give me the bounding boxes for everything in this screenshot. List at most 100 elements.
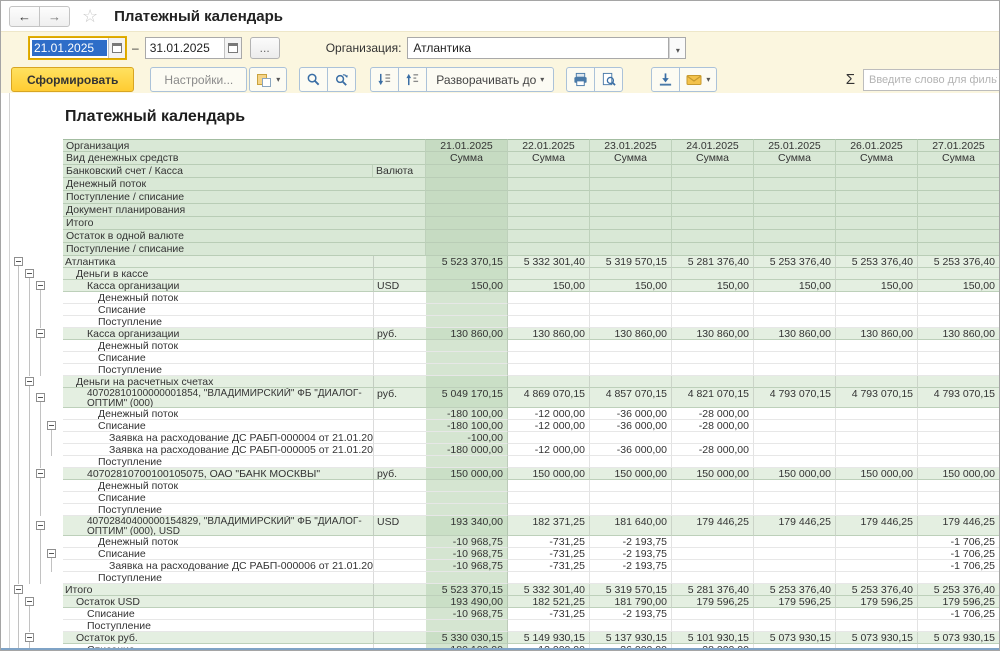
row-collapse-expander[interactable]: [25, 597, 34, 606]
save-button[interactable]: [651, 67, 680, 92]
row-collapse-expander[interactable]: [47, 549, 56, 558]
value-cell[interactable]: [918, 492, 999, 504]
date-to-field[interactable]: 31.01.2025: [145, 37, 242, 59]
value-cell[interactable]: [918, 408, 999, 420]
row-currency[interactable]: руб.: [373, 328, 426, 340]
value-cell[interactable]: [426, 304, 508, 316]
value-cell[interactable]: [754, 492, 836, 504]
value-cell[interactable]: [672, 268, 754, 280]
value-cell[interactable]: [426, 340, 508, 352]
value-cell[interactable]: [426, 620, 508, 632]
row-label[interactable]: Поступление: [63, 504, 373, 516]
value-cell[interactable]: [590, 292, 672, 304]
value-cell[interactable]: 5 253 376,40: [836, 256, 918, 268]
value-cell[interactable]: [672, 548, 754, 560]
value-cell[interactable]: [836, 364, 918, 376]
row-currency[interactable]: [373, 376, 426, 388]
row-currency[interactable]: USD: [373, 280, 426, 292]
value-cell[interactable]: [754, 536, 836, 548]
value-cell[interactable]: 4 793 070,15: [918, 388, 999, 408]
value-cell[interactable]: [918, 376, 999, 388]
row-currency[interactable]: [373, 268, 426, 280]
value-cell[interactable]: [508, 316, 590, 328]
value-cell[interactable]: 181 640,00: [590, 516, 672, 536]
value-cell[interactable]: [754, 376, 836, 388]
value-cell[interactable]: [754, 292, 836, 304]
value-cell[interactable]: -180 100,00: [426, 408, 508, 420]
value-cell[interactable]: [836, 420, 918, 432]
row-label[interactable]: Остаток руб.: [63, 632, 373, 644]
value-cell[interactable]: 5 253 376,40: [918, 256, 999, 268]
value-cell[interactable]: -36 000,00: [590, 420, 672, 432]
organization-combo[interactable]: Атлантика: [407, 37, 669, 59]
value-cell[interactable]: [426, 316, 508, 328]
value-cell[interactable]: -180 100,00: [426, 420, 508, 432]
value-cell[interactable]: [672, 560, 754, 572]
value-cell[interactable]: [590, 504, 672, 516]
expand-groups-button[interactable]: [398, 67, 427, 92]
organization-dropdown-button[interactable]: ▾: [669, 37, 686, 59]
print-button[interactable]: [566, 67, 595, 92]
value-cell[interactable]: 150 000,00: [836, 468, 918, 480]
value-cell[interactable]: 150 000,00: [672, 468, 754, 480]
value-cell[interactable]: 5 253 376,40: [754, 256, 836, 268]
value-cell[interactable]: -2 193,75: [590, 536, 672, 548]
value-cell[interactable]: [918, 572, 999, 584]
row-currency[interactable]: [373, 632, 426, 644]
value-cell[interactable]: [672, 340, 754, 352]
row-label[interactable]: Списание: [63, 352, 373, 364]
row-currency[interactable]: руб.: [373, 388, 426, 408]
value-cell[interactable]: [918, 504, 999, 516]
value-cell[interactable]: [836, 504, 918, 516]
value-cell[interactable]: [672, 352, 754, 364]
value-cell[interactable]: [426, 456, 508, 468]
row-label[interactable]: Касса организации: [63, 280, 373, 292]
calendar-icon[interactable]: [224, 38, 241, 58]
value-cell[interactable]: [754, 620, 836, 632]
row-label[interactable]: Деньги в кассе: [63, 268, 373, 280]
value-cell[interactable]: [590, 572, 672, 584]
row-currency[interactable]: [373, 432, 426, 444]
value-cell[interactable]: [672, 432, 754, 444]
value-cell[interactable]: [754, 504, 836, 516]
value-cell[interactable]: [918, 480, 999, 492]
value-cell[interactable]: -731,25: [508, 548, 590, 560]
value-cell[interactable]: [836, 316, 918, 328]
value-cell[interactable]: -10 968,75: [426, 548, 508, 560]
row-label[interactable]: 40702840400000154829, "ВЛАДИМИРСКИЙ" ФБ …: [63, 516, 373, 536]
value-cell[interactable]: [754, 364, 836, 376]
value-cell[interactable]: [590, 304, 672, 316]
value-cell[interactable]: [590, 492, 672, 504]
value-cell[interactable]: -1 706,25: [918, 536, 999, 548]
value-cell[interactable]: [508, 352, 590, 364]
row-currency[interactable]: [373, 584, 426, 596]
filter-input[interactable]: [863, 69, 1000, 91]
row-currency[interactable]: [373, 596, 426, 608]
value-cell[interactable]: [836, 560, 918, 572]
row-label[interactable]: Списание: [63, 420, 373, 432]
row-label[interactable]: Списание: [63, 548, 373, 560]
value-cell[interactable]: -28 000,00: [672, 420, 754, 432]
expand-to-button[interactable]: Разворачивать до ▾: [426, 67, 554, 92]
value-cell[interactable]: [508, 340, 590, 352]
value-cell[interactable]: 150 000,00: [426, 468, 508, 480]
value-cell[interactable]: 179 596,25: [918, 596, 999, 608]
value-cell[interactable]: -2 193,75: [590, 548, 672, 560]
row-currency[interactable]: [373, 560, 426, 572]
value-cell[interactable]: [672, 456, 754, 468]
row-label[interactable]: Заявка на расходование ДС РАБП-000006 от…: [63, 560, 373, 572]
value-cell[interactable]: -1 706,25: [918, 608, 999, 620]
value-cell[interactable]: [672, 304, 754, 316]
value-cell[interactable]: [672, 292, 754, 304]
value-cell[interactable]: [426, 352, 508, 364]
print-preview-button[interactable]: [594, 67, 623, 92]
row-currency[interactable]: [373, 408, 426, 420]
value-cell[interactable]: -1 706,25: [918, 548, 999, 560]
row-collapse-expander[interactable]: [36, 329, 45, 338]
value-cell[interactable]: [836, 536, 918, 548]
value-cell[interactable]: -12 000,00: [508, 444, 590, 456]
value-cell[interactable]: [918, 456, 999, 468]
search-button[interactable]: [299, 67, 328, 92]
value-cell[interactable]: [754, 572, 836, 584]
value-cell[interactable]: [918, 364, 999, 376]
